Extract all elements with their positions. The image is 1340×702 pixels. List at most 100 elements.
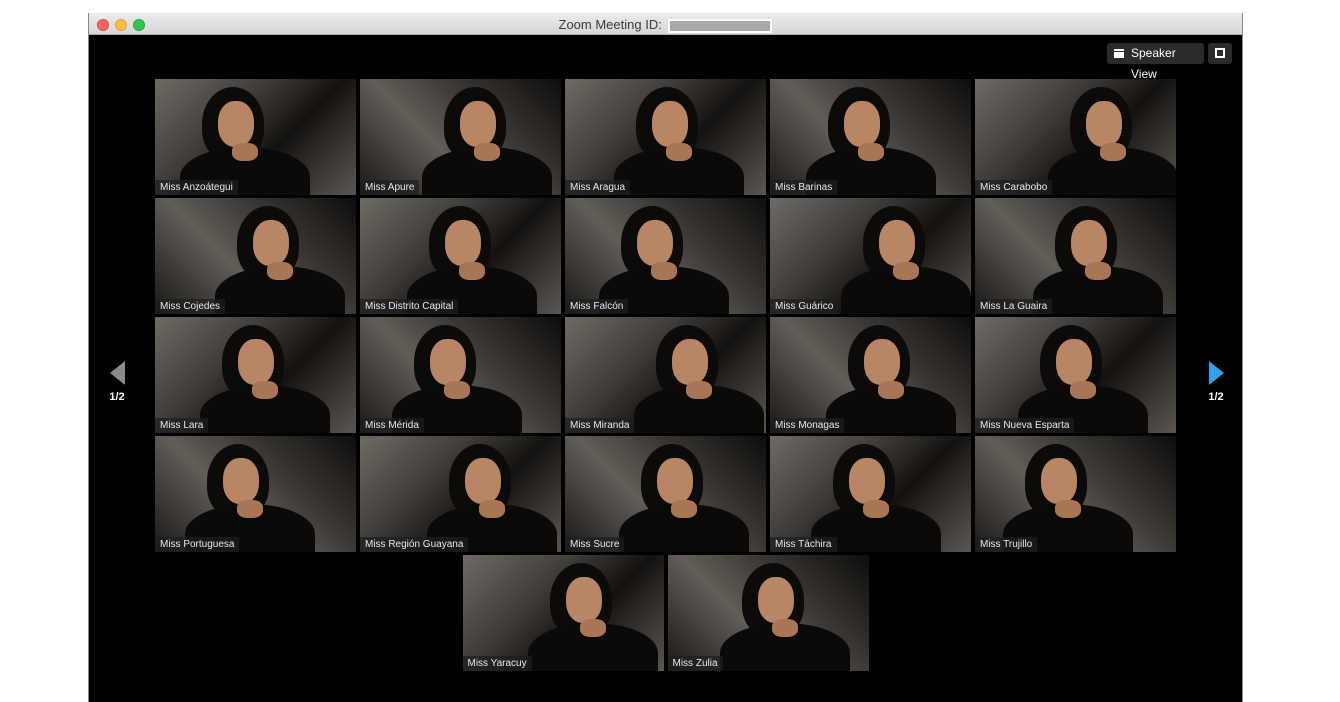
participant-shoulder bbox=[444, 381, 470, 399]
participant-face bbox=[465, 458, 501, 504]
participant-video-tile[interactable]: Miss Monagas bbox=[770, 317, 971, 433]
participant-face bbox=[218, 101, 254, 147]
participant-name-label: Miss Lara bbox=[155, 418, 209, 433]
participant-shoulder bbox=[1085, 262, 1111, 280]
participant-shoulder bbox=[474, 143, 500, 161]
participant-name-label: Miss Monagas bbox=[770, 418, 845, 433]
participant-name-label: Miss Carabobo bbox=[975, 180, 1053, 195]
arrow-right-icon bbox=[1208, 361, 1224, 385]
next-page-button[interactable]: 1/2 bbox=[1201, 361, 1231, 403]
participant-name-label: Miss Táchira bbox=[770, 537, 837, 552]
participant-face bbox=[637, 220, 673, 266]
participant-shoulder bbox=[1070, 381, 1096, 399]
speaker-view-button[interactable]: Speaker View bbox=[1107, 43, 1204, 81]
participant-face bbox=[1071, 220, 1107, 266]
participant-video-tile[interactable]: Miss Guárico bbox=[770, 198, 971, 314]
participant-video-tile[interactable]: Miss Apure bbox=[360, 79, 561, 195]
participant-face bbox=[879, 220, 915, 266]
participant-face bbox=[652, 101, 688, 147]
participant-face bbox=[253, 220, 289, 266]
participant-face bbox=[1056, 339, 1092, 385]
participant-shoulder bbox=[579, 619, 606, 637]
participant-shoulder bbox=[232, 143, 258, 161]
window-title-text: Zoom Meeting ID: bbox=[558, 17, 662, 32]
participant-video-tile[interactable]: Miss Mérida bbox=[360, 317, 561, 433]
participant-face bbox=[430, 339, 466, 385]
participant-name-label: Miss Aragua bbox=[565, 180, 631, 195]
participant-shoulder bbox=[237, 500, 263, 518]
participant-face bbox=[757, 577, 794, 623]
previous-page-button[interactable]: 1/2 bbox=[102, 361, 132, 403]
participant-name-label: Miss La Guaira bbox=[975, 299, 1053, 314]
participant-video-tile[interactable]: Miss Región Guayana bbox=[360, 436, 561, 552]
participant-name-label: Miss Nueva Esparta bbox=[975, 418, 1075, 433]
previous-page-label: 1/2 bbox=[109, 391, 125, 403]
participant-shoulder bbox=[479, 500, 505, 518]
participant-name-label: Miss Anzoátegui bbox=[155, 180, 238, 195]
participant-shoulder bbox=[878, 381, 904, 399]
participant-shoulder bbox=[459, 262, 485, 280]
participant-video-tile[interactable]: Miss La Guaira bbox=[975, 198, 1176, 314]
participant-video-tile[interactable]: Miss Distrito Capital bbox=[360, 198, 561, 314]
gallery-grid: Miss Anzoátegui Miss Apure Miss Aragua Miss… bbox=[154, 79, 1177, 674]
participant-shoulder bbox=[893, 262, 919, 280]
participant-video-tile[interactable]: Miss Portuguesa bbox=[155, 436, 356, 552]
participant-video-tile[interactable]: Miss Trujillo bbox=[975, 436, 1176, 552]
participant-video-tile[interactable]: Miss Aragua bbox=[565, 79, 766, 195]
participant-face bbox=[238, 339, 274, 385]
participant-name-label: Miss Falcón bbox=[565, 299, 629, 314]
participant-video-tile[interactable]: Miss Táchira bbox=[770, 436, 971, 552]
redacted-meeting-id bbox=[668, 18, 773, 33]
participant-video-tile[interactable]: Miss Sucre bbox=[565, 436, 766, 552]
zoom-window: Zoom Meeting ID: Speaker View 1/2 1/2 Mi… bbox=[88, 13, 1243, 702]
fullscreen-button[interactable] bbox=[1208, 43, 1232, 64]
participant-name-label: Miss Miranda bbox=[565, 418, 635, 433]
participant-shoulder bbox=[1055, 500, 1081, 518]
gallery-row: Miss Lara Miss Mérida Miss Miranda Miss Mon… bbox=[154, 317, 1177, 433]
participant-name-label: Miss Distrito Capital bbox=[360, 299, 459, 314]
participant-shoulder bbox=[686, 381, 712, 399]
speaker-view-label: Speaker View bbox=[1131, 46, 1176, 81]
participant-video-tile[interactable]: Miss Carabobo bbox=[975, 79, 1176, 195]
participant-name-label: Miss Cojedes bbox=[155, 299, 226, 314]
participant-video-tile[interactable]: Miss Barinas bbox=[770, 79, 971, 195]
participant-shoulder bbox=[666, 143, 692, 161]
participant-name-label: Miss Zulia bbox=[667, 656, 723, 671]
participant-shoulder bbox=[771, 619, 798, 637]
participant-name-label: Miss Trujillo bbox=[975, 537, 1038, 552]
participant-shoulder bbox=[863, 500, 889, 518]
participant-video-tile[interactable]: Miss Nueva Esparta bbox=[975, 317, 1176, 433]
gallery-row: Miss Anzoátegui Miss Apure Miss Aragua Miss… bbox=[154, 79, 1177, 195]
participant-face bbox=[445, 220, 481, 266]
participant-video-tile[interactable]: Miss Cojedes bbox=[155, 198, 356, 314]
participant-shoulder bbox=[858, 143, 884, 161]
participant-name-label: Miss Región Guayana bbox=[360, 537, 469, 552]
title-bar: Zoom Meeting ID: bbox=[89, 13, 1242, 35]
next-page-label: 1/2 bbox=[1208, 391, 1224, 403]
participant-name-label: Miss Barinas bbox=[770, 180, 838, 195]
participant-video-tile[interactable]: Miss Zulia bbox=[667, 555, 869, 671]
arrow-left-icon bbox=[109, 361, 125, 385]
participant-face bbox=[672, 339, 708, 385]
participant-face bbox=[657, 458, 693, 504]
fullscreen-icon bbox=[1215, 48, 1225, 58]
participant-video-tile[interactable]: Miss Miranda bbox=[565, 317, 766, 433]
participant-name-label: Miss Mérida bbox=[360, 418, 424, 433]
participant-face bbox=[864, 339, 900, 385]
participant-name-label: Miss Yaracuy bbox=[462, 656, 532, 671]
gallery-row: Miss Portuguesa Miss Región Guayana Miss S… bbox=[154, 436, 1177, 552]
participant-name-label: Miss Guárico bbox=[770, 299, 839, 314]
participant-video-tile[interactable]: Miss Falcón bbox=[565, 198, 766, 314]
participant-shoulder bbox=[671, 500, 697, 518]
participant-name-label: Miss Apure bbox=[360, 180, 420, 195]
participant-face bbox=[460, 101, 496, 147]
participant-face bbox=[565, 577, 602, 623]
participant-shoulder bbox=[267, 262, 293, 280]
participant-face bbox=[849, 458, 885, 504]
participant-video-tile[interactable]: Miss Anzoátegui bbox=[155, 79, 356, 195]
participant-video-tile[interactable]: Miss Yaracuy bbox=[462, 555, 664, 671]
participant-video-tile[interactable]: Miss Lara bbox=[155, 317, 356, 433]
participant-face bbox=[1086, 101, 1122, 147]
participant-face bbox=[844, 101, 880, 147]
window-title: Zoom Meeting ID: bbox=[89, 17, 1242, 33]
